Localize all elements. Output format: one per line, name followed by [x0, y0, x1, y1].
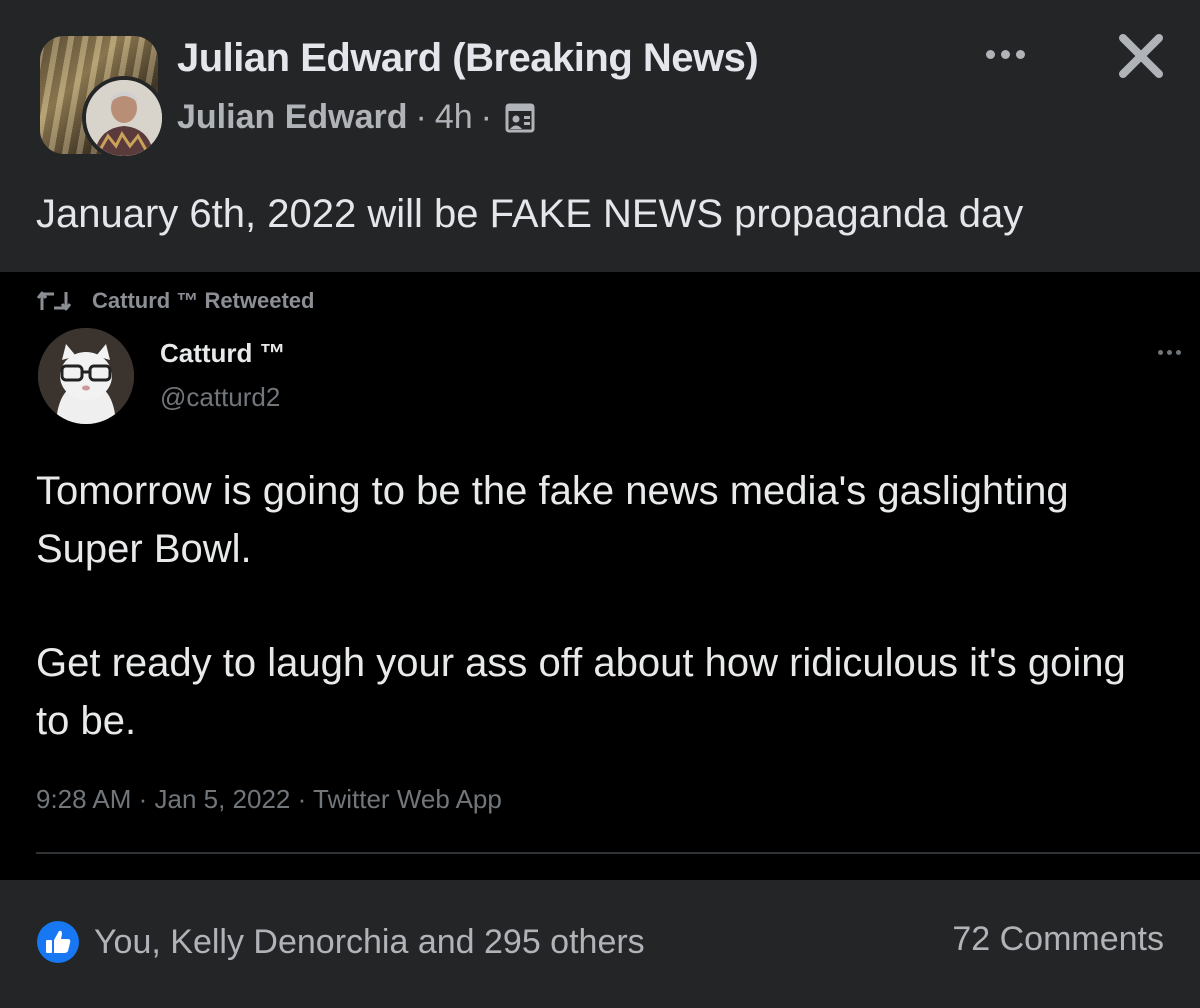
author-name[interactable]: Julian Edward	[177, 98, 408, 137]
comments-count[interactable]: 72 Comments	[952, 920, 1164, 959]
meta-separator: ·	[480, 98, 492, 136]
tweet-timestamp[interactable]: 9:28 AM · Jan 5, 2022 · Twitter Web App	[36, 784, 502, 815]
avatar-group[interactable]	[40, 36, 166, 160]
embedded-tweet[interactable]: Catturd ™ Retweeted Catturd ™ @catturd2 …	[0, 272, 1200, 880]
cat-avatar-icon	[38, 328, 134, 424]
close-icon[interactable]	[1113, 28, 1169, 84]
retweet-icon	[36, 291, 72, 311]
retweet-label[interactable]: Catturd ™ Retweeted	[92, 288, 314, 314]
tweet-avatar[interactable]	[38, 328, 134, 424]
tweet-paragraph: Get ready to laugh your ass off about ho…	[36, 641, 1126, 743]
more-options-button[interactable]	[975, 36, 1035, 72]
tweet-author-name[interactable]: Catturd ™	[160, 338, 286, 369]
tweet-divider	[36, 852, 1200, 854]
reactions-summary[interactable]: You, Kelly Denorchia and 295 others	[36, 920, 645, 964]
dot-icon	[1000, 49, 1010, 59]
post-time[interactable]: 4h	[435, 98, 473, 137]
dot-icon	[1015, 49, 1025, 59]
likes-text[interactable]: You, Kelly Denorchia and 295 others	[94, 923, 645, 962]
tweet-author-handle[interactable]: @catturd2	[160, 382, 280, 413]
tweet-body: Tomorrow is going to be the fake news me…	[36, 462, 1156, 750]
like-icon	[37, 921, 79, 963]
dot-icon	[1167, 350, 1172, 355]
tweet-paragraph: Tomorrow is going to be the fake news me…	[36, 469, 1069, 571]
profile-avatar[interactable]	[82, 76, 166, 160]
dot-icon	[985, 49, 995, 59]
post-meta: Julian Edward · 4h ·	[177, 98, 536, 137]
meta-separator: ·	[415, 98, 427, 136]
page-title[interactable]: Julian Edward (Breaking News)	[177, 36, 759, 81]
dot-icon	[1176, 350, 1181, 355]
dot-icon	[1158, 350, 1163, 355]
profile-photo-icon	[86, 80, 162, 156]
post-text: January 6th, 2022 will be FAKE NEWS prop…	[36, 192, 1024, 236]
audience-icon[interactable]	[504, 102, 536, 134]
retweet-indicator: Catturd ™ Retweeted	[36, 288, 314, 314]
tweet-more-button[interactable]	[1158, 350, 1181, 355]
post-header: Julian Edward (Breaking News) Julian Edw…	[0, 0, 1200, 180]
